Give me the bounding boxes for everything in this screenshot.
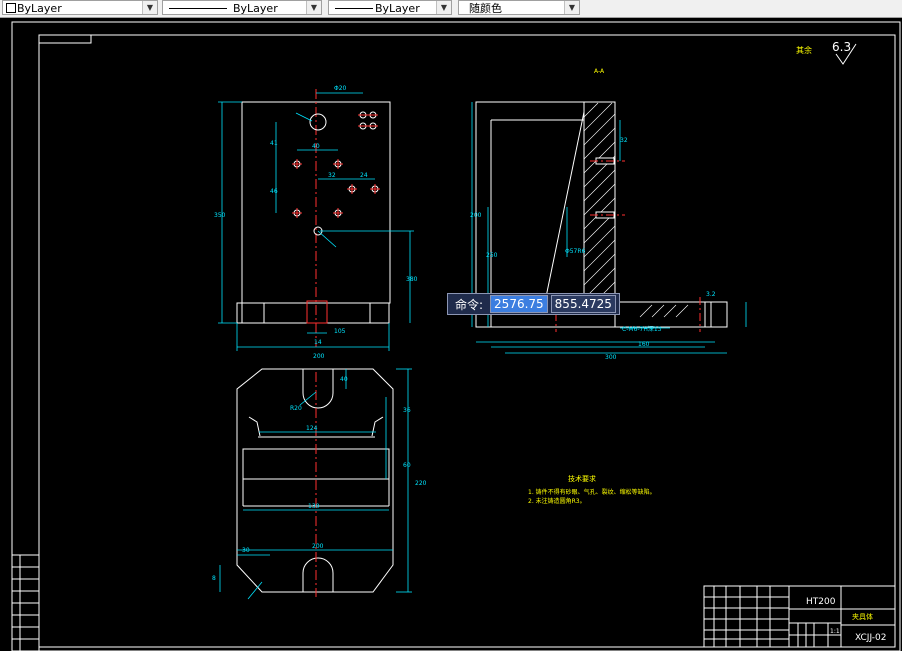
color-dropdown[interactable]: ByLayer ▼ <box>2 0 158 15</box>
scale-text: 1:1 <box>830 628 840 635</box>
note-1: 1. 铸件不得有砂眼、气孔、裂纹、缩松等缺陷。 <box>528 488 656 496</box>
title-block: HT200 夹具体 XCJJ-02 1:1 <box>703 585 896 648</box>
color-dropdown-label: ByLayer <box>17 2 62 15</box>
revision-table <box>11 554 40 651</box>
dim-text: C-M6-7H深13 <box>622 325 662 333</box>
dim-text: 60 <box>403 462 411 469</box>
dim-text: 30 <box>242 547 250 554</box>
chevron-down-icon[interactable]: ▼ <box>306 1 321 14</box>
color-swatch <box>6 3 16 13</box>
command-label: 命令: <box>455 297 484 312</box>
linetype-dropdown-label: ByLayer <box>233 2 278 15</box>
dim-text: 24 <box>360 172 368 179</box>
dim-text: Φ20 <box>334 85 347 92</box>
drawing-canvas[interactable]: 其余 6.3 A-A Φ20 40 32 24 41 46 350 380 14… <box>0 17 902 651</box>
dim-text: 3.2 <box>706 291 716 298</box>
part-name-text: 夹具体 <box>852 612 873 621</box>
dim-text: 36 <box>403 407 411 414</box>
section-label: A-A <box>594 68 605 75</box>
linetype-preview <box>169 8 227 9</box>
front-view: Φ20 40 32 24 41 46 350 380 14 105 200 <box>214 85 418 360</box>
dim-text: 105 <box>334 328 346 335</box>
dim-text: 46 <box>270 188 278 195</box>
dim-text: 130 <box>308 503 320 510</box>
roughness-value: 6.3 <box>832 40 851 54</box>
coordinate-x-input[interactable]: 2576.75 <box>490 295 548 313</box>
dim-text: 40 <box>340 376 348 383</box>
drawing-number-text: XCJJ-02 <box>855 633 886 643</box>
properties-toolbar: ByLayer ▼ ByLayer ▼ ByLayer ▼ 随颜色 ▼ <box>0 0 902 18</box>
lineweight-preview <box>335 8 373 9</box>
dim-text: 32 <box>620 137 628 144</box>
chevron-down-icon[interactable]: ▼ <box>564 1 579 14</box>
corner-mark <box>39 35 92 44</box>
lineweight-dropdown[interactable]: ByLayer ▼ <box>328 0 452 15</box>
chevron-down-icon[interactable]: ▼ <box>142 1 157 14</box>
dim-text: 8 <box>212 575 216 582</box>
note-2: 2. 未注铸造圆角R3。 <box>528 497 586 505</box>
dim-text: 32 <box>328 172 336 179</box>
sheet-inner-border <box>38 34 896 648</box>
chevron-down-icon[interactable]: ▼ <box>436 1 451 14</box>
section-view: 32 Φ57R6 C-M6-7H深13 3.2 250 160 200 300 <box>470 101 747 361</box>
dim-text: 40 <box>312 143 320 150</box>
linetype-dropdown[interactable]: ByLayer ▼ <box>162 0 322 15</box>
dim-text: 160 <box>638 341 650 348</box>
dim-text: 14 <box>314 339 322 346</box>
technical-notes: 技术要求 1. 铸件不得有砂眼、气孔、裂纹、缩松等缺陷。 2. 未注铸造圆角R3… <box>528 474 656 505</box>
dim-text: R20 <box>290 405 302 412</box>
dim-text: 300 <box>605 354 617 361</box>
dim-text: 250 <box>486 252 498 259</box>
material-text: HT200 <box>806 597 836 607</box>
sheet-outer-border <box>11 21 901 651</box>
dim-text: 41 <box>270 140 278 147</box>
roughness-label: 其余 <box>796 45 812 55</box>
coordinate-y-input[interactable]: 855.4725 <box>550 295 616 313</box>
dim-text: Φ57R6 <box>565 248 586 255</box>
dim-text: 350 <box>214 212 226 219</box>
dynamic-input-tooltip[interactable]: 命令: 2576.75 855.4725 <box>447 293 620 315</box>
dim-text: 220 <box>415 480 427 487</box>
plotstyle-dropdown[interactable]: 随颜色 ▼ <box>458 0 580 15</box>
dim-text: 200 <box>313 353 325 360</box>
notes-title: 技术要求 <box>568 474 596 483</box>
top-view: R20 124 36 60 40 130 200 220 8 30 <box>212 368 427 600</box>
plotstyle-dropdown-label: 随颜色 <box>469 2 502 15</box>
dim-text: 200 <box>312 543 324 550</box>
dim-text: 124 <box>306 425 318 432</box>
dim-text: 200 <box>470 212 482 219</box>
lineweight-dropdown-label: ByLayer <box>375 2 420 15</box>
dim-text: 380 <box>406 276 418 283</box>
